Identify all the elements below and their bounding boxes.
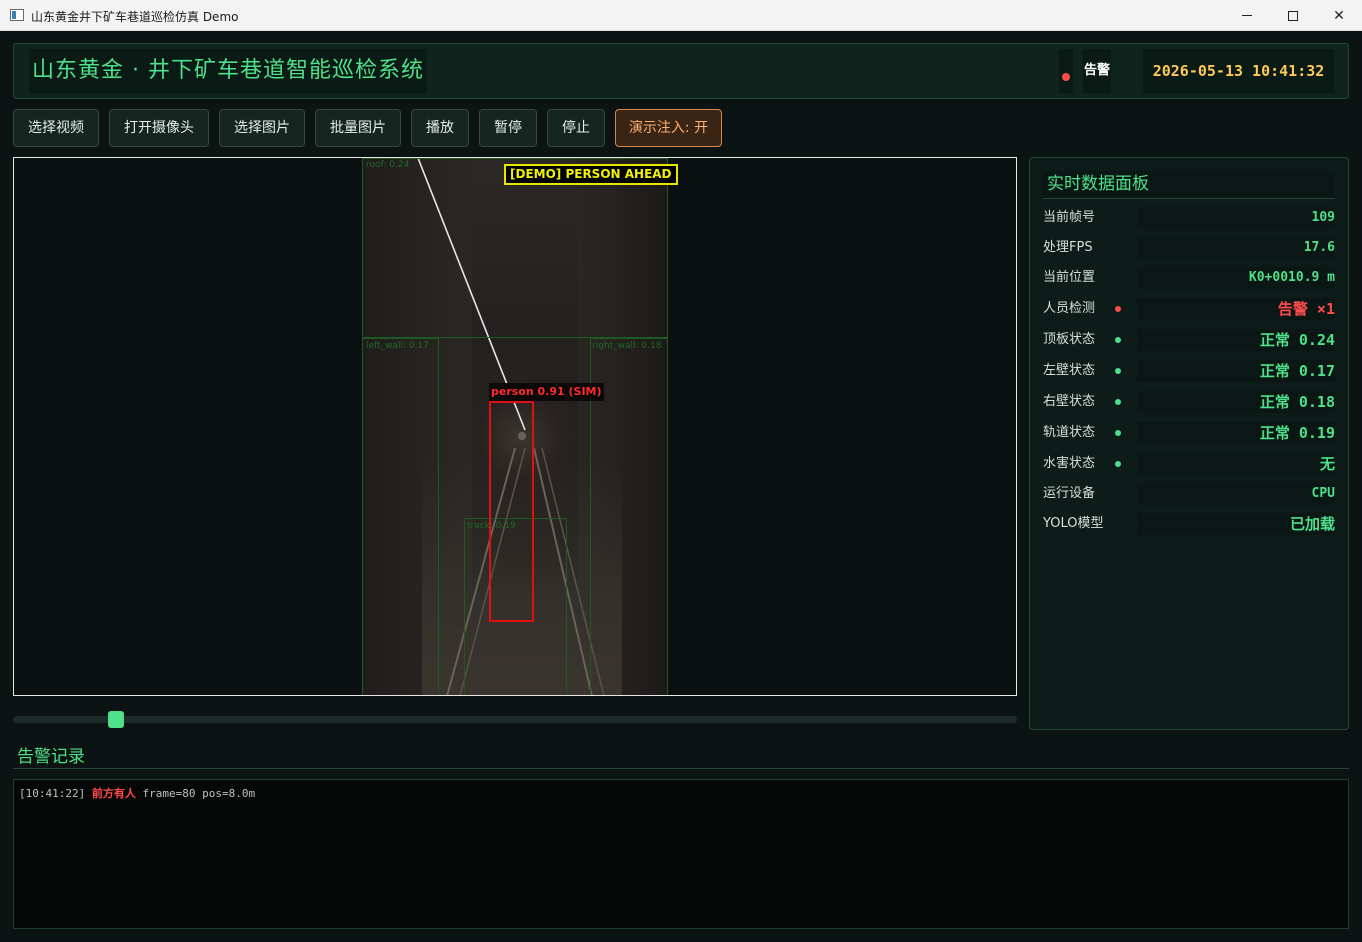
track-status-value: 正常 0.19: [1137, 422, 1335, 444]
log-entry-detail: frame=80 pos=8.0m: [142, 787, 256, 800]
app-window-icon: [10, 9, 24, 21]
panel-row-position: 当前位置 K0+0010.9 m: [1043, 267, 1335, 289]
open-camera-button[interactable]: 打开摄像头: [109, 109, 209, 147]
fps-label: 处理FPS: [1043, 240, 1093, 255]
demo-warning-banner: [DEMO] PERSON AHEAD: [504, 164, 678, 185]
close-button[interactable]: ✕: [1316, 0, 1362, 31]
water-status-label: 水害状态: [1043, 456, 1096, 471]
video-view[interactable]: roof: 0.24 left_wall: 0.17 right_wall: 0…: [13, 157, 1017, 696]
log-entry-time: [10:41:22]: [19, 787, 86, 800]
close-icon: ✕: [1333, 7, 1345, 24]
fps-value: 17.6: [1137, 237, 1335, 259]
maximize-button[interactable]: [1270, 0, 1316, 31]
panel-row-person-detection: 人员检测 告警 ×1: [1043, 298, 1335, 320]
realtime-data-panel: 实时数据面板 当前帧号 109 处理FPS 17.6 当前位置 K0+0010.9 m 人员…: [1029, 157, 1349, 730]
frame-number-label: 当前帧号: [1043, 210, 1096, 225]
select-image-button[interactable]: 选择图片: [219, 109, 305, 147]
stop-button[interactable]: 停止: [547, 109, 605, 147]
device-label: 运行设备: [1043, 486, 1096, 501]
person-detection-label: person 0.91 (SIM): [489, 383, 604, 401]
person-detection-label: 人员检测: [1043, 301, 1096, 316]
window-title: 山东黄金井下矿车巷道巡检仿真 Demo: [31, 10, 239, 24]
play-button[interactable]: 播放: [411, 109, 469, 147]
roof-status-indicator-dot: [1115, 337, 1121, 343]
panel-row-roof-status: 顶板状态 正常 0.24: [1043, 329, 1335, 351]
window-title-bar: 山东黄金井下矿车巷道巡检仿真 Demo ✕: [0, 0, 1362, 31]
demo-inject-toggle[interactable]: 演示注入: 开: [615, 109, 722, 147]
log-entry: [10:41:22] 前方有人 frame=80 pos=8.0m: [19, 785, 255, 801]
app-title: 山东黄金 · 井下矿车巷道智能巡检系统: [29, 49, 427, 93]
alarm-log[interactable]: [10:41:22] 前方有人 frame=80 pos=8.0m: [13, 779, 1349, 929]
roof-zone: [362, 158, 668, 338]
right-wall-status-indicator-dot: [1115, 399, 1121, 405]
clock: 2026-05-13 10:41:32: [1143, 49, 1334, 93]
left-wall-zone: [362, 338, 439, 695]
track-status-indicator-dot: [1115, 430, 1121, 436]
right-wall-status-label: 右壁状态: [1043, 394, 1096, 409]
alarm-status-text: 告警: [1083, 49, 1111, 93]
left-wall-zone-label: left_wall: 0.17: [366, 341, 429, 351]
left-wall-status-indicator-dot: [1115, 368, 1121, 374]
batch-images-button[interactable]: 批量图片: [315, 109, 401, 147]
left-wall-status-value: 正常 0.17: [1137, 360, 1335, 382]
alarm-log-title: 告警记录: [17, 747, 85, 767]
panel-row-track-status: 轨道状态 正常 0.19: [1043, 422, 1335, 444]
roof-status-value: 正常 0.24: [1137, 329, 1335, 351]
roof-status-label: 顶板状态: [1043, 332, 1096, 347]
alarm-log-divider: [13, 768, 1349, 769]
playback-slider-handle[interactable]: [108, 711, 125, 728]
person-detection-value: 告警 ×1: [1137, 298, 1335, 320]
panel-row-left-wall-status: 左壁状态 正常 0.17: [1043, 360, 1335, 382]
maximize-icon: [1288, 10, 1298, 21]
panel-row-fps: 处理FPS 17.6: [1043, 237, 1335, 259]
panel-row-yolo-model: YOLO模型 已加载: [1043, 513, 1335, 535]
device-value: CPU: [1137, 483, 1335, 505]
yolo-model-label: YOLO模型: [1043, 516, 1104, 531]
alarm-status-dot: [1059, 49, 1073, 93]
position-value: K0+0010.9 m: [1137, 267, 1335, 289]
select-video-button[interactable]: 选择视频: [13, 109, 99, 147]
playback-slider-track[interactable]: [13, 716, 1017, 723]
position-label: 当前位置: [1043, 270, 1096, 285]
track-status-label: 轨道状态: [1043, 425, 1096, 440]
right-wall-status-value: 正常 0.18: [1137, 391, 1335, 413]
water-status-indicator-dot: [1115, 461, 1121, 467]
pause-button[interactable]: 暂停: [479, 109, 537, 147]
right-wall-zone-label: right_wall: 0.18: [592, 341, 662, 351]
water-status-value: 无: [1137, 453, 1335, 475]
person-detection-indicator-dot: [1115, 306, 1121, 312]
frame-number-value: 109: [1137, 207, 1335, 229]
app-header: 山东黄金 · 井下矿车巷道智能巡检系统 告警 2026-05-13 10:41:…: [13, 43, 1349, 99]
minimize-icon: [1242, 15, 1252, 16]
panel-row-water-status: 水害状态 无: [1043, 453, 1335, 475]
minimize-button[interactable]: [1224, 0, 1270, 31]
panel-row-device: 运行设备 CPU: [1043, 483, 1335, 505]
left-wall-status-label: 左壁状态: [1043, 363, 1096, 378]
roof-zone-label: roof: 0.24: [366, 160, 410, 170]
panel-row-frame-number: 当前帧号 109: [1043, 207, 1335, 229]
panel-title: 实时数据面板: [1043, 171, 1335, 199]
yolo-model-value: 已加载: [1137, 513, 1335, 535]
person-detection-box: [489, 401, 534, 622]
panel-row-right-wall-status: 右壁状态 正常 0.18: [1043, 391, 1335, 413]
log-entry-message: 前方有人: [91, 787, 136, 800]
